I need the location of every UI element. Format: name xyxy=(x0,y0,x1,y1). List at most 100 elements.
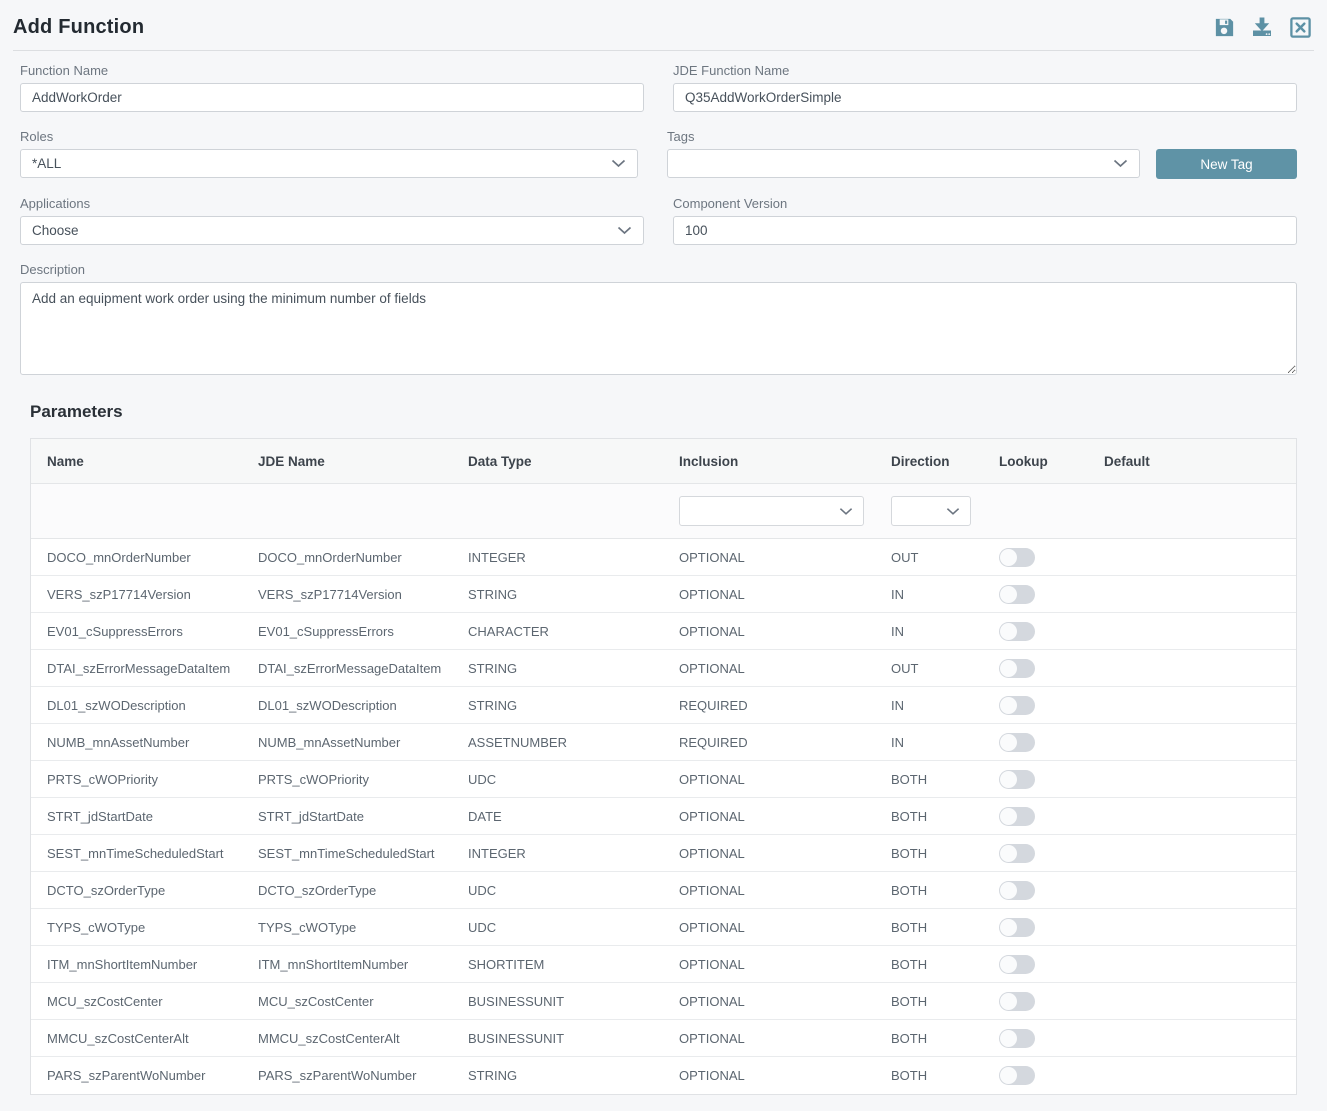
param-direction-cell: BOTH xyxy=(875,957,983,972)
param-jde-name-cell: DOCO_mnOrderNumber xyxy=(242,550,452,565)
param-inclusion-cell: OPTIONAL xyxy=(663,994,875,1009)
tags-label: Tags xyxy=(667,129,1297,144)
param-inclusion-cell: OPTIONAL xyxy=(663,661,875,676)
param-inclusion-cell: OPTIONAL xyxy=(663,1031,875,1046)
param-inclusion-cell: OPTIONAL xyxy=(663,957,875,972)
function-name-input[interactable] xyxy=(20,83,644,112)
table-row: MMCU_szCostCenterAlt MMCU_szCostCenterAl… xyxy=(31,1020,1296,1057)
param-lookup-cell xyxy=(983,1029,1088,1048)
param-jde-name-cell: PRTS_cWOPriority xyxy=(242,772,452,787)
lookup-toggle[interactable] xyxy=(999,881,1035,900)
toggle-knob xyxy=(1000,1067,1017,1084)
lookup-toggle[interactable] xyxy=(999,696,1035,715)
column-header-default: Default xyxy=(1088,454,1296,469)
param-lookup-cell xyxy=(983,696,1088,715)
param-jde-name-cell: EV01_cSuppressErrors xyxy=(242,624,452,639)
save-icon xyxy=(1213,16,1236,39)
lookup-toggle[interactable] xyxy=(999,622,1035,641)
table-row: DL01_szWODescription DL01_szWODescriptio… xyxy=(31,687,1296,724)
table-row: SEST_mnTimeScheduledStart SEST_mnTimeSch… xyxy=(31,835,1296,872)
lookup-toggle[interactable] xyxy=(999,1066,1035,1085)
param-data-type-cell: BUSINESSUNIT xyxy=(452,994,663,1009)
roles-select[interactable]: *ALL xyxy=(20,149,638,178)
param-inclusion-cell: REQUIRED xyxy=(663,735,875,750)
toggle-knob xyxy=(1000,1030,1017,1047)
param-direction-cell: IN xyxy=(875,735,983,750)
lookup-toggle[interactable] xyxy=(999,807,1035,826)
param-inclusion-cell: OPTIONAL xyxy=(663,587,875,602)
toggle-knob xyxy=(1000,845,1017,862)
chevron-down-icon xyxy=(617,226,632,235)
header-actions xyxy=(1211,14,1313,40)
lookup-toggle[interactable] xyxy=(999,659,1035,678)
toggle-knob xyxy=(1000,993,1017,1010)
table-row: DCTO_szOrderType DCTO_szOrderType UDC OP… xyxy=(31,872,1296,909)
lookup-toggle[interactable] xyxy=(999,548,1035,567)
download-icon xyxy=(1250,15,1274,39)
param-inclusion-cell: OPTIONAL xyxy=(663,846,875,861)
save-button[interactable] xyxy=(1211,14,1237,40)
lookup-toggle[interactable] xyxy=(999,1029,1035,1048)
param-name-cell: DL01_szWODescription xyxy=(31,698,242,713)
param-jde-name-cell: PARS_szParentWoNumber xyxy=(242,1068,452,1083)
jde-function-name-label: JDE Function Name xyxy=(673,63,1297,78)
column-header-lookup: Lookup xyxy=(983,454,1088,469)
table-row: PRTS_cWOPriority PRTS_cWOPriority UDC OP… xyxy=(31,761,1296,798)
page-title: Add Function xyxy=(13,16,144,39)
toggle-knob xyxy=(1000,919,1017,936)
param-direction-cell: IN xyxy=(875,587,983,602)
param-data-type-cell: ASSETNUMBER xyxy=(452,735,663,750)
lookup-toggle[interactable] xyxy=(999,844,1035,863)
roles-label: Roles xyxy=(20,129,638,144)
toggle-knob xyxy=(1000,956,1017,973)
lookup-toggle[interactable] xyxy=(999,992,1035,1011)
param-lookup-cell xyxy=(983,1066,1088,1085)
lookup-toggle[interactable] xyxy=(999,918,1035,937)
parameters-filter-row xyxy=(31,484,1296,539)
chevron-down-icon xyxy=(611,159,626,168)
param-data-type-cell: CHARACTER xyxy=(452,624,663,639)
param-lookup-cell xyxy=(983,881,1088,900)
param-data-type-cell: BUSINESSUNIT xyxy=(452,1031,663,1046)
direction-filter-select[interactable] xyxy=(891,496,971,526)
param-data-type-cell: SHORTITEM xyxy=(452,957,663,972)
function-form: Function Name JDE Function Name Roles *A… xyxy=(0,51,1327,380)
table-row: STRT_jdStartDate STRT_jdStartDate DATE O… xyxy=(31,798,1296,835)
param-direction-cell: BOTH xyxy=(875,1068,983,1083)
param-jde-name-cell: DL01_szWODescription xyxy=(242,698,452,713)
param-jde-name-cell: DTAI_szErrorMessageDataItem xyxy=(242,661,452,676)
param-name-cell: STRT_jdStartDate xyxy=(31,809,242,824)
param-data-type-cell: UDC xyxy=(452,772,663,787)
lookup-toggle[interactable] xyxy=(999,733,1035,752)
applications-select-value: Choose xyxy=(32,223,79,238)
param-inclusion-cell: REQUIRED xyxy=(663,698,875,713)
param-lookup-cell xyxy=(983,770,1088,789)
param-lookup-cell xyxy=(983,955,1088,974)
param-name-cell: MMCU_szCostCenterAlt xyxy=(31,1031,242,1046)
applications-select[interactable]: Choose xyxy=(20,216,644,245)
close-button[interactable] xyxy=(1287,14,1313,40)
parameters-table: Name JDE Name Data Type Inclusion Direct… xyxy=(30,438,1297,1095)
component-version-input[interactable] xyxy=(673,216,1297,245)
parameters-table-header: Name JDE Name Data Type Inclusion Direct… xyxy=(31,439,1296,484)
param-lookup-cell xyxy=(983,918,1088,937)
download-button[interactable] xyxy=(1249,14,1275,40)
toggle-knob xyxy=(1000,697,1017,714)
chevron-down-icon xyxy=(1113,159,1128,168)
param-data-type-cell: STRING xyxy=(452,661,663,676)
new-tag-button[interactable]: New Tag xyxy=(1156,149,1297,179)
lookup-toggle[interactable] xyxy=(999,585,1035,604)
param-lookup-cell xyxy=(983,992,1088,1011)
param-lookup-cell xyxy=(983,585,1088,604)
lookup-toggle[interactable] xyxy=(999,955,1035,974)
param-inclusion-cell: OPTIONAL xyxy=(663,624,875,639)
description-textarea[interactable]: Add an equipment work order using the mi… xyxy=(20,282,1297,375)
param-inclusion-cell: OPTIONAL xyxy=(663,772,875,787)
jde-function-name-input[interactable] xyxy=(673,83,1297,112)
lookup-toggle[interactable] xyxy=(999,770,1035,789)
tags-select[interactable] xyxy=(667,149,1140,178)
inclusion-filter-select[interactable] xyxy=(679,496,864,526)
param-jde-name-cell: VERS_szP17714Version xyxy=(242,587,452,602)
function-name-label: Function Name xyxy=(20,63,644,78)
param-jde-name-cell: TYPS_cWOType xyxy=(242,920,452,935)
